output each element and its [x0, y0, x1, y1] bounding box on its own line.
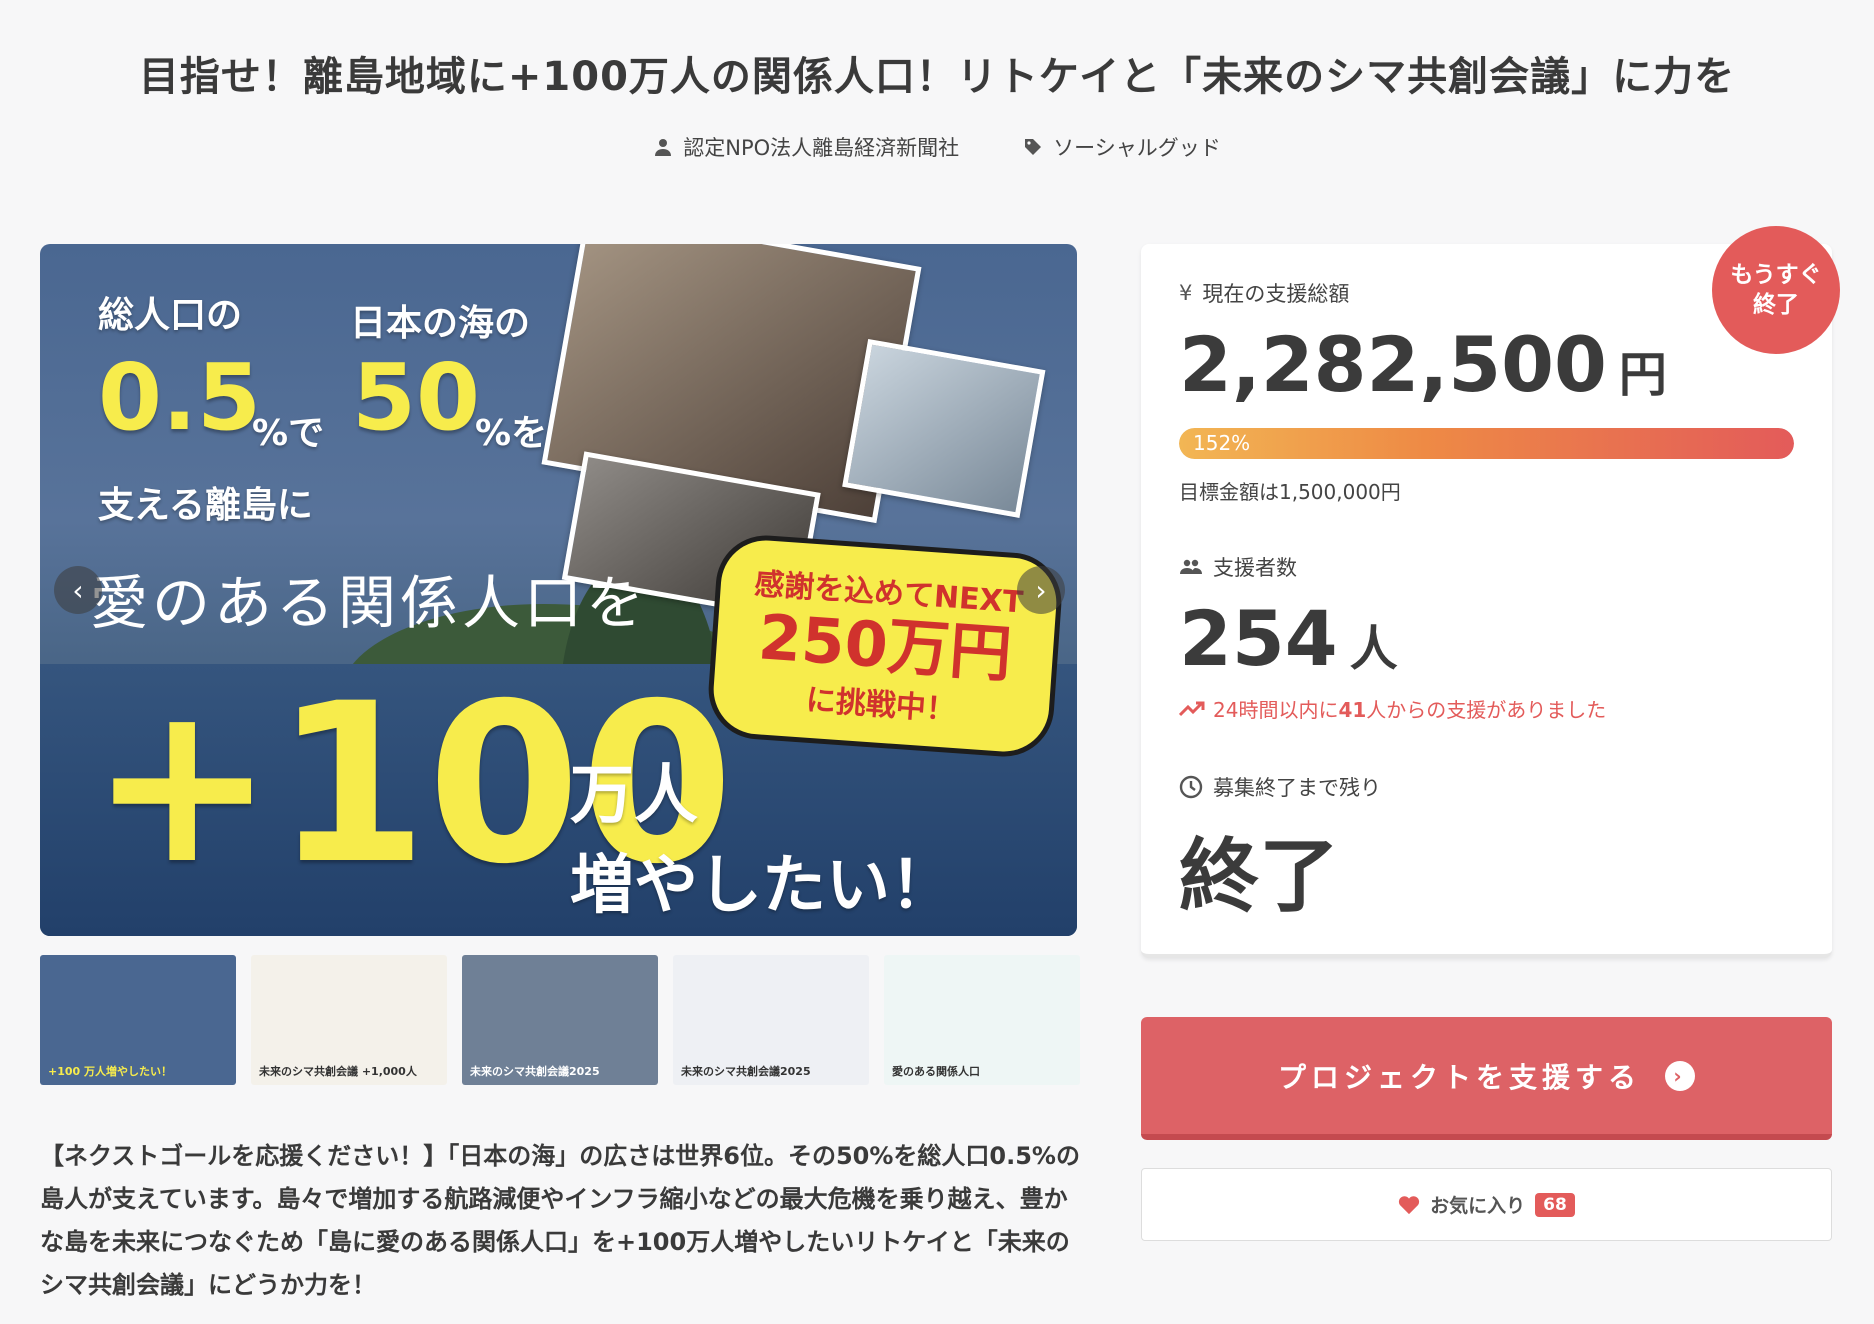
favorite-button[interactable]: お気に入り 68 [1141, 1168, 1832, 1241]
project-meta: 認定NPO法人離島経済新聞社 ソーシャルグッド [0, 132, 1874, 162]
chevron-right-icon: › [1035, 573, 1047, 607]
badge-text: もうすぐ 終了 [1730, 262, 1822, 318]
next-slide-button[interactable]: › [1017, 566, 1065, 614]
trending-up-icon [1179, 701, 1205, 716]
supporters-value: 254 人 [1179, 594, 1398, 683]
favorite-label: お気に入り [1430, 1195, 1526, 1217]
amount-label: ¥ 現在の支援総額 [1179, 281, 1350, 306]
thumbnail-2[interactable]: 未来のシマ共創会議 +1,000人 [251, 955, 447, 1085]
thumbnail-strip: +100 万人増やしたい！ 未来のシマ共創会議 +1,000人 未来のシマ共創会… [40, 955, 1080, 1085]
prev-slide-button[interactable]: ‹ [54, 566, 102, 614]
hero-image: 総人口の 日本の海の 0.5 %で 50 %を 支える離島に 愛のある関係人口を… [40, 244, 1077, 936]
hero-script: 愛のある関係人口を [90, 569, 649, 637]
users-icon [1180, 559, 1202, 574]
yen-icon: ¥ [1179, 281, 1193, 305]
bubble-amount: 250万円 [756, 600, 1014, 691]
arrow-right-icon: › [1665, 1060, 1695, 1091]
thumbnail-5[interactable]: 愛のある関係人口 [884, 955, 1080, 1085]
page-title: 目指せ！離島地域に+100万人の関係人口！リトケイと「未来のシマ共創会議」に力を [138, 54, 1736, 100]
user-icon [655, 139, 672, 156]
category-name[interactable]: ソーシャルグッド [1053, 132, 1221, 162]
progress-bar: 152% [1179, 428, 1794, 459]
progress-percent: 152% [1193, 431, 1251, 455]
recent-support-trend: 24時間以内に41人からの支援がありました [1179, 694, 1606, 723]
thumbnail-caption: +100 万人増やしたい！ [48, 1065, 173, 1078]
progress-fill [1179, 428, 1794, 459]
tag-icon [1025, 139, 1042, 155]
heart-icon [1399, 1195, 1420, 1214]
amount-value: 2,282,500 円 [1179, 320, 1667, 409]
clock-icon [1179, 775, 1203, 799]
hero-man: 万人 [570, 759, 698, 833]
chevron-left-icon: ‹ [72, 573, 84, 607]
hero-unit1: %で [252, 413, 325, 454]
project-summary: 【ネクストゴールを応援ください！】「日本の海」の広さは世界6位。その50%を総人… [40, 1142, 1080, 1299]
thumbnail-4[interactable]: 未来のシマ共創会議2025 [673, 955, 869, 1085]
event-photo [842, 338, 1046, 518]
hero-num1: 0.5 [98, 344, 261, 451]
supporters-label: 支援者数 [1179, 552, 1297, 582]
thumbnail-caption: 未来のシマ共創会議 +1,000人 [259, 1065, 417, 1078]
thumbnail-caption: 未来のシマ共創会議2025 [470, 1065, 600, 1078]
category-link[interactable]: ソーシャルグッド [1023, 132, 1221, 162]
thumbnail-caption: 愛のある関係人口 [892, 1065, 980, 1078]
remaining-value: 終了 [1179, 830, 1339, 923]
owner-name[interactable]: 認定NPO法人離島経済新聞社 [683, 132, 959, 162]
support-button-label: プロジェクトを支援する [1277, 1060, 1641, 1094]
favorite-count: 68 [1535, 1192, 1575, 1217]
bubble-bottom: に挑戦中！ [804, 682, 957, 729]
owner-link[interactable]: 認定NPO法人離島経済新聞社 [653, 132, 959, 162]
hero-line2: 日本の海の [350, 303, 531, 344]
thumbnail-1[interactable]: +100 万人増やしたい！ [40, 955, 236, 1085]
support-project-button[interactable]: プロジェクトを支援する › [1141, 1017, 1832, 1140]
goal-amount: 目標金額は1,500,000円 [1179, 480, 1401, 504]
thumbnail-caption: 未来のシマ共創会議2025 [681, 1065, 811, 1078]
thumbnail-3[interactable]: 未来のシマ共創会議2025 [462, 955, 658, 1085]
hero-want: 増やしたい！ [570, 849, 954, 923]
hero-num2: 50 [352, 344, 481, 451]
hero-line1: 総人口の [98, 295, 243, 336]
ending-soon-badge: もうすぐ 終了 [1712, 226, 1840, 354]
hero-unit2: %を [475, 413, 548, 454]
next-goal-bubble: 感謝を込めてNEXT 250万円 に挑戦中！ [705, 532, 1065, 760]
hero-line3: 支える離島に [98, 485, 313, 526]
remaining-label: 募集終了まで残り [1179, 772, 1381, 802]
